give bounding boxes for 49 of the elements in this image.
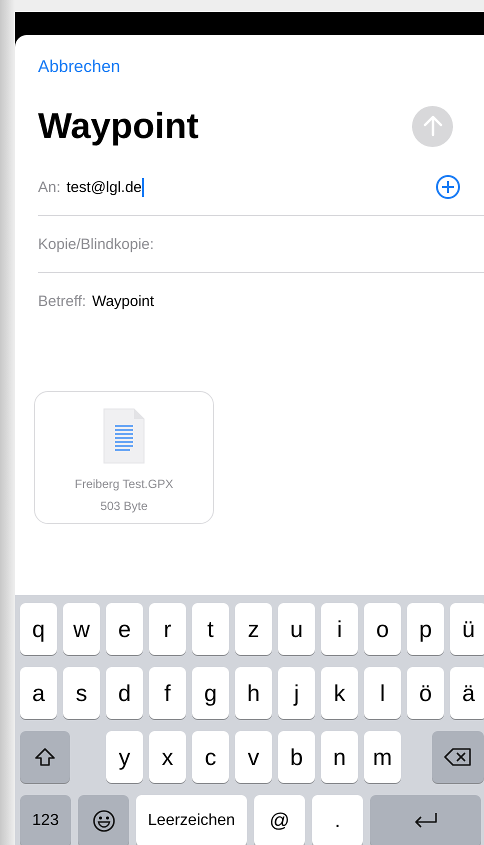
document-icon [103,408,145,464]
backspace-icon [444,747,472,767]
key[interactable]: t [192,603,229,655]
key[interactable]: h [235,667,272,719]
key[interactable]: m [364,731,401,783]
key[interactable]: w [63,603,100,655]
key[interactable]: r [149,603,186,655]
key[interactable]: o [364,603,401,655]
backspace-key[interactable] [432,731,484,783]
return-icon [412,812,438,830]
arrow-up-icon [422,115,442,137]
key[interactable]: a [20,667,57,719]
numbers-key[interactable]: 123 [20,795,71,845]
key[interactable]: n [321,731,358,783]
file-size: 503 Byte [100,498,148,514]
key[interactable]: c [192,731,229,783]
key[interactable]: u [278,603,315,655]
key[interactable]: i [321,603,358,655]
key[interactable]: y [106,731,143,783]
mail-field[interactable]: Betreff: Waypoint [38,273,461,329]
key[interactable]: j [278,667,315,719]
key[interactable]: s [63,667,100,719]
space-key[interactable]: Leerzeichen [136,795,247,845]
key[interactable]: @ [254,795,305,845]
key[interactable]: ä [450,667,484,719]
key[interactable]: z [235,603,272,655]
key[interactable]: ü [450,603,484,655]
key[interactable]: l [364,667,401,719]
key[interactable]: ö [407,667,444,719]
smiley-icon [92,809,116,833]
key[interactable]: e [106,603,143,655]
file-name: Freiberg Test.GPX [74,476,174,492]
cancel-link[interactable]: Abbrechen [38,55,120,79]
key[interactable]: v [235,731,272,783]
shift-key[interactable] [20,731,70,783]
emoji-key[interactable] [78,795,129,845]
key[interactable]: d [106,667,143,719]
message-title: Waypoint [38,105,199,147]
mail-field[interactable]: An: test@lgl.de [38,159,461,215]
key[interactable]: k [321,667,358,719]
add-contact-icon[interactable] [435,174,461,200]
key[interactable]: g [192,667,229,719]
key[interactable]: p [407,603,444,655]
shift-icon [34,747,56,767]
key[interactable]: f [149,667,186,719]
key[interactable]: q [20,603,57,655]
key[interactable]: . [312,795,363,845]
key[interactable]: x [149,731,186,783]
key[interactable]: b [278,731,315,783]
